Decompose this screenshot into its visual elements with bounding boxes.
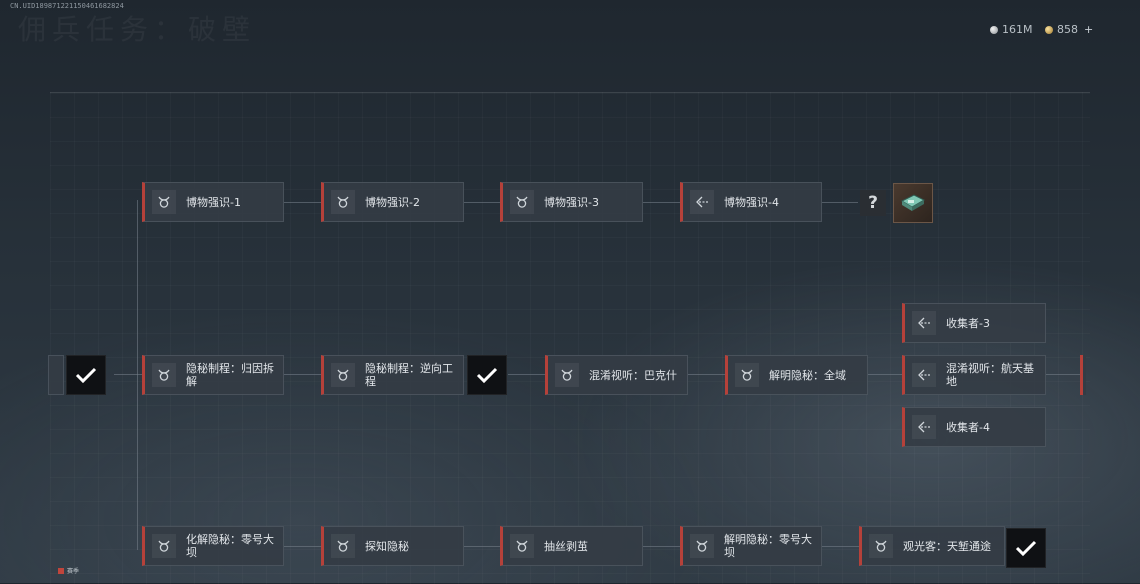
connector-line: [284, 202, 321, 203]
mission-node[interactable]: 隐秘制程：逆向工程: [321, 355, 464, 395]
mission-node[interactable]: 观光客：天堑通途: [859, 526, 1005, 566]
mission-label: 收集者-3: [946, 316, 990, 330]
legend: 赛季: [58, 566, 79, 575]
completed-node[interactable]: [66, 355, 106, 395]
mission-label: 抽丝剥茧: [544, 539, 588, 553]
mission-node[interactable]: 收集者-4: [902, 407, 1046, 447]
connector-line: [114, 374, 142, 375]
connector-line: [284, 546, 321, 547]
connector-line: [643, 202, 680, 203]
taurus-icon: [510, 190, 534, 214]
trunk-line: [137, 200, 138, 550]
silver-coin-icon: [990, 25, 998, 34]
mission-label: 混淆视听：巴克什: [589, 368, 677, 382]
mission-label: 博物强识-2: [365, 195, 420, 209]
connector-line: [868, 374, 902, 375]
connector-line: [643, 546, 680, 547]
mission-node[interactable]: 探知隐秘: [321, 526, 464, 566]
connector-line: [1046, 374, 1080, 375]
chip-reward-icon: [900, 194, 926, 211]
mission-node[interactable]: 隐秘制程：归因拆解: [142, 355, 284, 395]
add-currency-button[interactable]: +: [1084, 23, 1093, 36]
taurus-icon: [690, 534, 714, 558]
taurus-icon: [331, 190, 355, 214]
page-title: 佣兵任务：破壁: [18, 13, 257, 46]
mission-node[interactable]: 混淆视听：巴克什: [545, 355, 688, 395]
mission-label: 隐秘制程：逆向工程: [365, 362, 453, 388]
gold-coin-icon: [1045, 25, 1053, 34]
next-node-edge[interactable]: [1080, 355, 1086, 395]
connector-line: [508, 374, 545, 375]
mission-label: 收集者-4: [946, 420, 990, 434]
previous-node-edge[interactable]: [48, 355, 64, 395]
mission-label: 混淆视听：航天基地: [946, 362, 1034, 388]
mission-node[interactable]: 博物强识-4: [680, 182, 822, 222]
taurus-icon: [331, 363, 355, 387]
silver-currency-value: 161M: [1002, 23, 1033, 36]
mission-node[interactable]: 解明隐秘：全域: [725, 355, 868, 395]
mission-label: 博物强识-1: [186, 195, 241, 209]
season-swatch: [58, 567, 64, 574]
mission-node[interactable]: 抽丝剥茧: [500, 526, 643, 566]
mission-node[interactable]: 化解隐秘：零号大坝: [142, 526, 284, 566]
mission-label: 观光客：天堑通途: [903, 539, 991, 553]
connector-line: [464, 546, 500, 547]
branch-arrow-icon: [912, 415, 936, 439]
mission-node[interactable]: 博物强识-2: [321, 182, 464, 222]
taurus-icon: [735, 363, 759, 387]
taurus-icon: [510, 534, 534, 558]
mission-label: 化解隐秘：零号大坝: [186, 533, 274, 559]
connector-line: [688, 374, 725, 375]
taurus-icon: [152, 190, 176, 214]
gold-currency[interactable]: 858 +: [1045, 23, 1093, 36]
mission-node[interactable]: 博物强识-3: [500, 182, 643, 222]
reward-item[interactable]: [893, 183, 933, 223]
completed-node[interactable]: [467, 355, 507, 395]
taurus-icon: [555, 363, 579, 387]
branch-arrow-icon: [912, 363, 936, 387]
branch-arrow-icon: [912, 311, 936, 335]
mission-node[interactable]: 解明隐秘：零号大坝: [680, 526, 822, 566]
checkmark-icon: [75, 367, 97, 384]
completed-node[interactable]: [1006, 528, 1046, 568]
connector-line: [822, 202, 858, 203]
taurus-icon: [152, 363, 176, 387]
connector-line: [464, 202, 500, 203]
unknown-reward-icon[interactable]: ?: [860, 190, 886, 216]
mission-label: 博物强识-3: [544, 195, 599, 209]
mission-label: 解明隐秘：零号大坝: [724, 533, 812, 559]
legend-label: 赛季: [67, 568, 80, 575]
silver-currency: 161M: [990, 23, 1033, 36]
branch-arrow-icon: [690, 190, 714, 214]
mission-node[interactable]: 博物强识-1: [142, 182, 284, 222]
taurus-icon: [331, 534, 355, 558]
gold-currency-value: 858: [1057, 23, 1078, 36]
mission-label: 解明隐秘：全域: [769, 368, 846, 382]
checkmark-icon: [476, 367, 498, 384]
mission-label: 隐秘制程：归因拆解: [186, 362, 274, 388]
taurus-icon: [869, 534, 893, 558]
connector-line: [822, 546, 859, 547]
mission-label: 探知隐秘: [365, 539, 409, 553]
checkmark-icon: [1015, 540, 1037, 557]
mission-node[interactable]: 混淆视听：航天基地: [902, 355, 1046, 395]
mission-node[interactable]: 收集者-3: [902, 303, 1046, 343]
connector-line: [284, 374, 321, 375]
taurus-icon: [152, 534, 176, 558]
mission-label: 博物强识-4: [724, 195, 779, 209]
